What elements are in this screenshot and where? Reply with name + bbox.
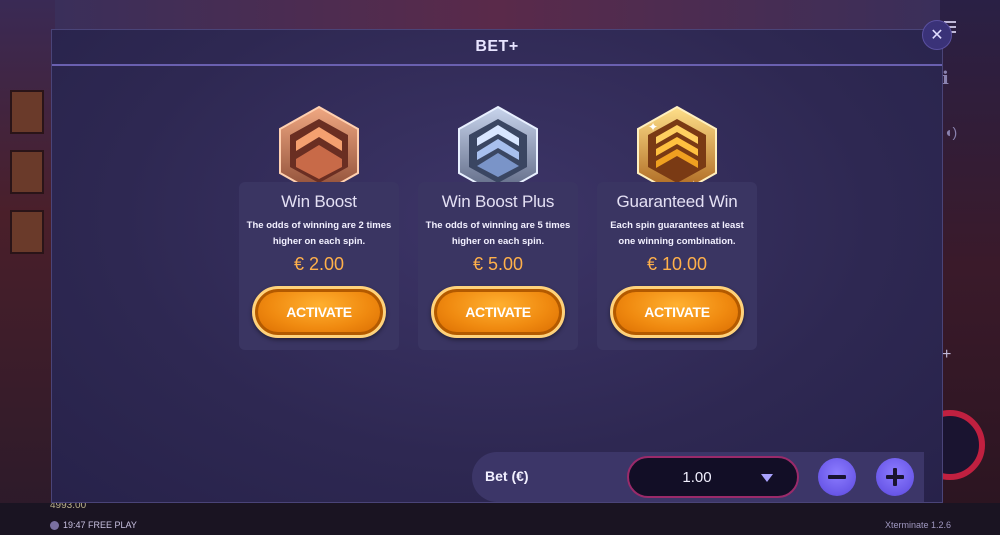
- version-text: Xterminate 1.2.6: [885, 520, 952, 530]
- option-card-guaranteed-win: Guaranteed Win Each spin guarantees at l…: [597, 182, 757, 350]
- minus-icon: [828, 475, 846, 479]
- modal-header: BET+: [52, 30, 942, 66]
- option-description: The odds of winning are 2 times higher o…: [246, 220, 392, 247]
- activate-win-boost-plus-button[interactable]: ACTIVATE: [431, 286, 565, 338]
- option-card-win-boost: Win Boost The odds of winning are 2 time…: [239, 182, 399, 350]
- activate-win-boost-button[interactable]: ACTIVATE: [252, 286, 386, 338]
- bet-label: Bet (€): [485, 468, 529, 484]
- option-description: Each spin guarantees at least one winnin…: [610, 220, 744, 247]
- game-background-top: [55, 0, 940, 30]
- background-window: [10, 150, 44, 194]
- bet-amount-select[interactable]: 1.00: [627, 456, 799, 498]
- clock-status: 19:47 FREE PLAY: [50, 520, 137, 530]
- bet-value: 1.00: [682, 468, 712, 486]
- increase-bet-button[interactable]: [876, 458, 914, 496]
- plus-icon-stroke: [893, 468, 897, 486]
- svg-text:✦: ✦: [648, 120, 658, 134]
- option-price: € 2.00: [293, 254, 345, 274]
- background-window: [10, 210, 44, 254]
- option-title: Guaranteed Win: [616, 192, 738, 211]
- game-footer-bar: [0, 503, 1000, 535]
- side-plus-icon: +: [942, 346, 952, 363]
- option-title: Win Boost Plus: [441, 192, 555, 211]
- chevron-down-icon: [761, 474, 773, 482]
- close-button[interactable]: ✕: [922, 20, 952, 50]
- option-description: The odds of winning are 5 times higher o…: [425, 220, 571, 247]
- option-price: € 5.00: [472, 254, 524, 274]
- option-card-win-boost-plus: Win Boost Plus The odds of winning are 5…: [418, 182, 578, 350]
- activate-guaranteed-win-button[interactable]: ACTIVATE: [610, 286, 744, 338]
- close-icon: ✕: [930, 27, 944, 44]
- game-background-left: [0, 0, 55, 535]
- background-window: [10, 90, 44, 134]
- option-price: € 10.00: [646, 254, 708, 274]
- clock-text: 19:47 FREE PLAY: [63, 520, 137, 530]
- decrease-bet-button[interactable]: [818, 458, 856, 496]
- modal-title: BET+: [475, 38, 519, 55]
- option-title: Win Boost: [281, 192, 357, 211]
- clock-icon: [50, 520, 59, 530]
- bet-plus-modal: BET+ ✦ ✦ Win Boost The odds of: [51, 29, 943, 503]
- info-icon[interactable]: i: [942, 68, 949, 89]
- bet-bar: Bet (€) 1.00: [472, 452, 924, 502]
- sound-icon[interactable]: ◖): [944, 124, 957, 140]
